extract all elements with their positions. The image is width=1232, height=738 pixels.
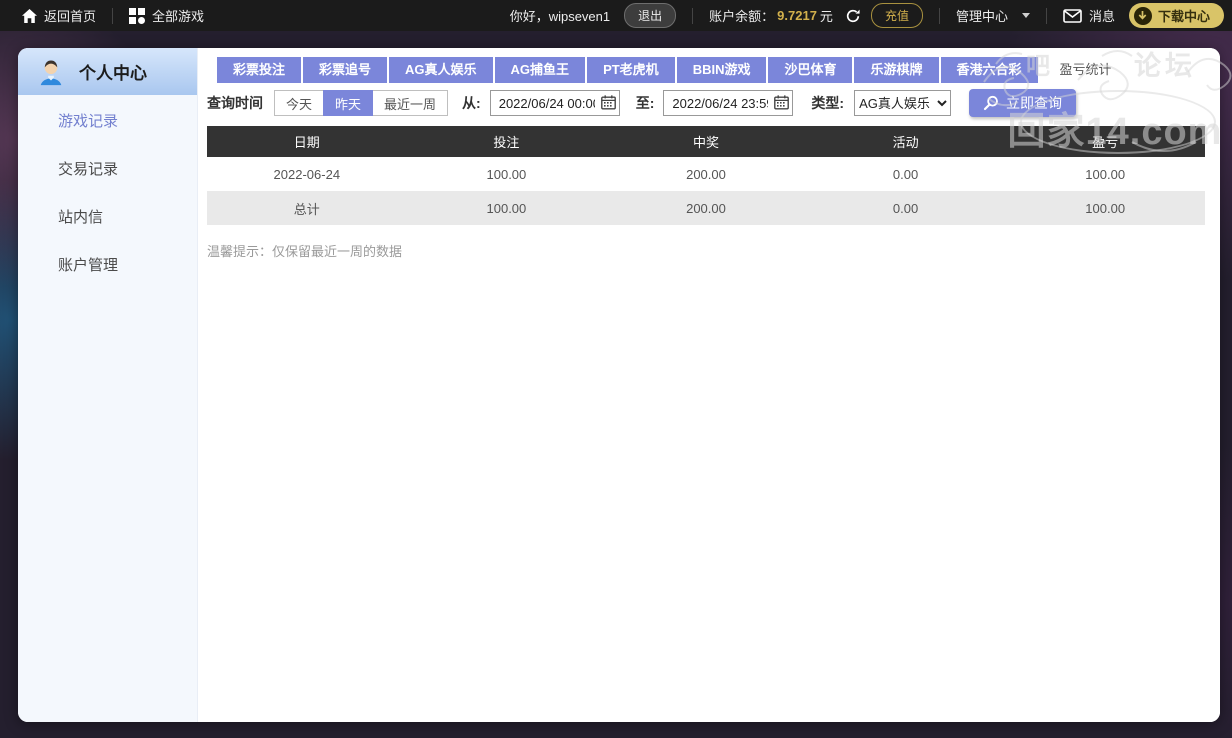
back-home-label: 返回首页 (44, 9, 97, 24)
chevron-down-icon (1021, 13, 1030, 18)
messages-link[interactable]: 消息 (1063, 6, 1115, 25)
calendar-icon[interactable] (774, 95, 790, 110)
table-row-total: 总计 100.00 200.00 0.00 100.00 (207, 191, 1205, 225)
filter-bar: 查询时间 今天 昨天 最近一周 从: 2022/06/24 00:00 至: 2… (207, 89, 1205, 117)
sidebar: 个人中心 游戏记录 交易记录 站内信 账户管理 (18, 48, 198, 722)
logout-button[interactable]: 退出 (624, 3, 677, 28)
sidebar-title: 个人中心 (79, 64, 147, 83)
cell-profit: 100.00 (1085, 166, 1126, 182)
sidebar-item-transaction-records[interactable]: 交易记录 (18, 146, 197, 194)
personal-center-header: 个人中心 (18, 48, 197, 95)
refresh-icon (846, 9, 860, 22)
type-select[interactable]: AG真人娱乐 (854, 90, 952, 116)
balance-label: 账户余额： (709, 9, 775, 24)
sidebar-item-game-records[interactable]: 游戏记录 (18, 98, 197, 146)
tab-hk-mark-six[interactable]: 香港六合彩 (940, 57, 1038, 83)
table-header-row: 日期 投注 中奖 活动 盈亏 (207, 126, 1205, 157)
all-games-link[interactable]: 全部游戏 (129, 6, 204, 25)
home-icon (22, 8, 37, 23)
tab-ag-fishing[interactable]: AG捕鱼王 (494, 57, 586, 83)
tab-saba-sports[interactable]: 沙巴体育 (768, 57, 853, 83)
column-header-bet: 投注 (493, 135, 520, 150)
table-row: 2022-06-24 100.00 200.00 0.00 100.00 (207, 157, 1205, 191)
cell-win: 200.00 (686, 166, 726, 182)
cell-bet: 100.00 (486, 166, 527, 182)
back-home-link[interactable]: 返回首页 (22, 6, 96, 25)
search-button-label: 立即查询 (1006, 95, 1063, 111)
recharge-button[interactable]: 充值 (870, 3, 923, 28)
all-games-label: 全部游戏 (152, 9, 205, 24)
cell-profit: 100.00 (1085, 200, 1126, 216)
search-icon (983, 95, 998, 111)
download-center-label: 下载中心 (1157, 9, 1210, 24)
sidebar-menu: 游戏记录 交易记录 站内信 账户管理 (18, 95, 197, 290)
tab-lottery-bet[interactable]: 彩票投注 (217, 57, 302, 83)
download-icon (1133, 6, 1152, 25)
tab-bbin-games[interactable]: BBIN游戏 (676, 57, 767, 83)
separator (1045, 7, 1047, 24)
from-label: 从: (462, 95, 481, 111)
cell-bet: 100.00 (486, 200, 527, 216)
cell-activity: 0.00 (892, 200, 919, 216)
tab-profit-loss-stats[interactable]: 盈亏统计 (1040, 57, 1132, 83)
type-label: 类型: (811, 95, 845, 111)
quick-range-today[interactable]: 今天 (274, 90, 325, 116)
calendar-icon[interactable] (600, 95, 616, 110)
cell-win: 200.00 (686, 200, 726, 216)
sidebar-item-site-mail[interactable]: 站内信 (18, 194, 197, 242)
top-navigation-bar: 返回首页 全部游戏 你好，wipseven1 退出 账户余额： 9.7217 元… (0, 0, 1232, 31)
column-header-activity: 活动 (892, 135, 919, 150)
separator (112, 7, 114, 24)
tab-lottery-chase[interactable]: 彩票追号 (303, 57, 388, 83)
cell-activity: 0.00 (892, 166, 919, 182)
separator (938, 7, 940, 24)
admin-center-menu[interactable]: 管理中心 (956, 6, 1030, 25)
query-time-label: 查询时间 (207, 95, 263, 111)
admin-center-label: 管理中心 (955, 9, 1008, 24)
download-center-button[interactable]: 下载中心 (1128, 3, 1224, 28)
sidebar-item-account-management[interactable]: 账户管理 (18, 242, 197, 290)
tab-pt-slots[interactable]: PT老虎机 (587, 57, 675, 83)
search-button[interactable]: 立即查询 (969, 89, 1077, 117)
balance-unit: 元 (819, 9, 833, 24)
quick-range-group: 今天 昨天 最近一周 (274, 90, 449, 116)
grid-icon (129, 7, 146, 24)
column-header-profit: 盈亏 (1092, 135, 1119, 150)
to-label: 至: (635, 95, 655, 111)
content-area: 彩票投注 彩票追号 AG真人娱乐 AG捕鱼王 PT老虎机 BBIN游戏 沙巴体育… (198, 48, 1220, 722)
greeting-text: 你好，wipseven1 (509, 9, 611, 24)
column-header-date: 日期 (293, 135, 320, 150)
cell-date: 2022-06-24 (273, 166, 341, 182)
envelope-icon (1063, 8, 1082, 23)
column-header-win: 中奖 (692, 135, 719, 150)
avatar-icon (40, 59, 62, 85)
main-panel: 个人中心 游戏记录 交易记录 站内信 账户管理 彩票投注 彩票追号 AG真人娱乐… (18, 48, 1220, 722)
game-type-tabs: 彩票投注 彩票追号 AG真人娱乐 AG捕鱼王 PT老虎机 BBIN游戏 沙巴体育… (217, 57, 1205, 83)
retention-tip-text: 温馨提示：仅保留最近一周的数据 (207, 244, 403, 259)
quick-range-yesterday[interactable]: 昨天 (323, 90, 374, 116)
tab-ag-live[interactable]: AG真人娱乐 (389, 57, 493, 83)
cell-date: 总计 (293, 201, 320, 217)
quick-range-last-week[interactable]: 最近一周 (372, 90, 449, 116)
records-table: 日期 投注 中奖 活动 盈亏 2022-06-24 100.00 200.00 … (207, 126, 1205, 225)
balance-value: 9.7217 (777, 8, 817, 23)
separator (692, 7, 694, 24)
refresh-balance-button[interactable] (845, 8, 861, 24)
messages-label: 消息 (1088, 9, 1115, 24)
tab-leyou-chess[interactable]: 乐游棋牌 (854, 57, 939, 83)
